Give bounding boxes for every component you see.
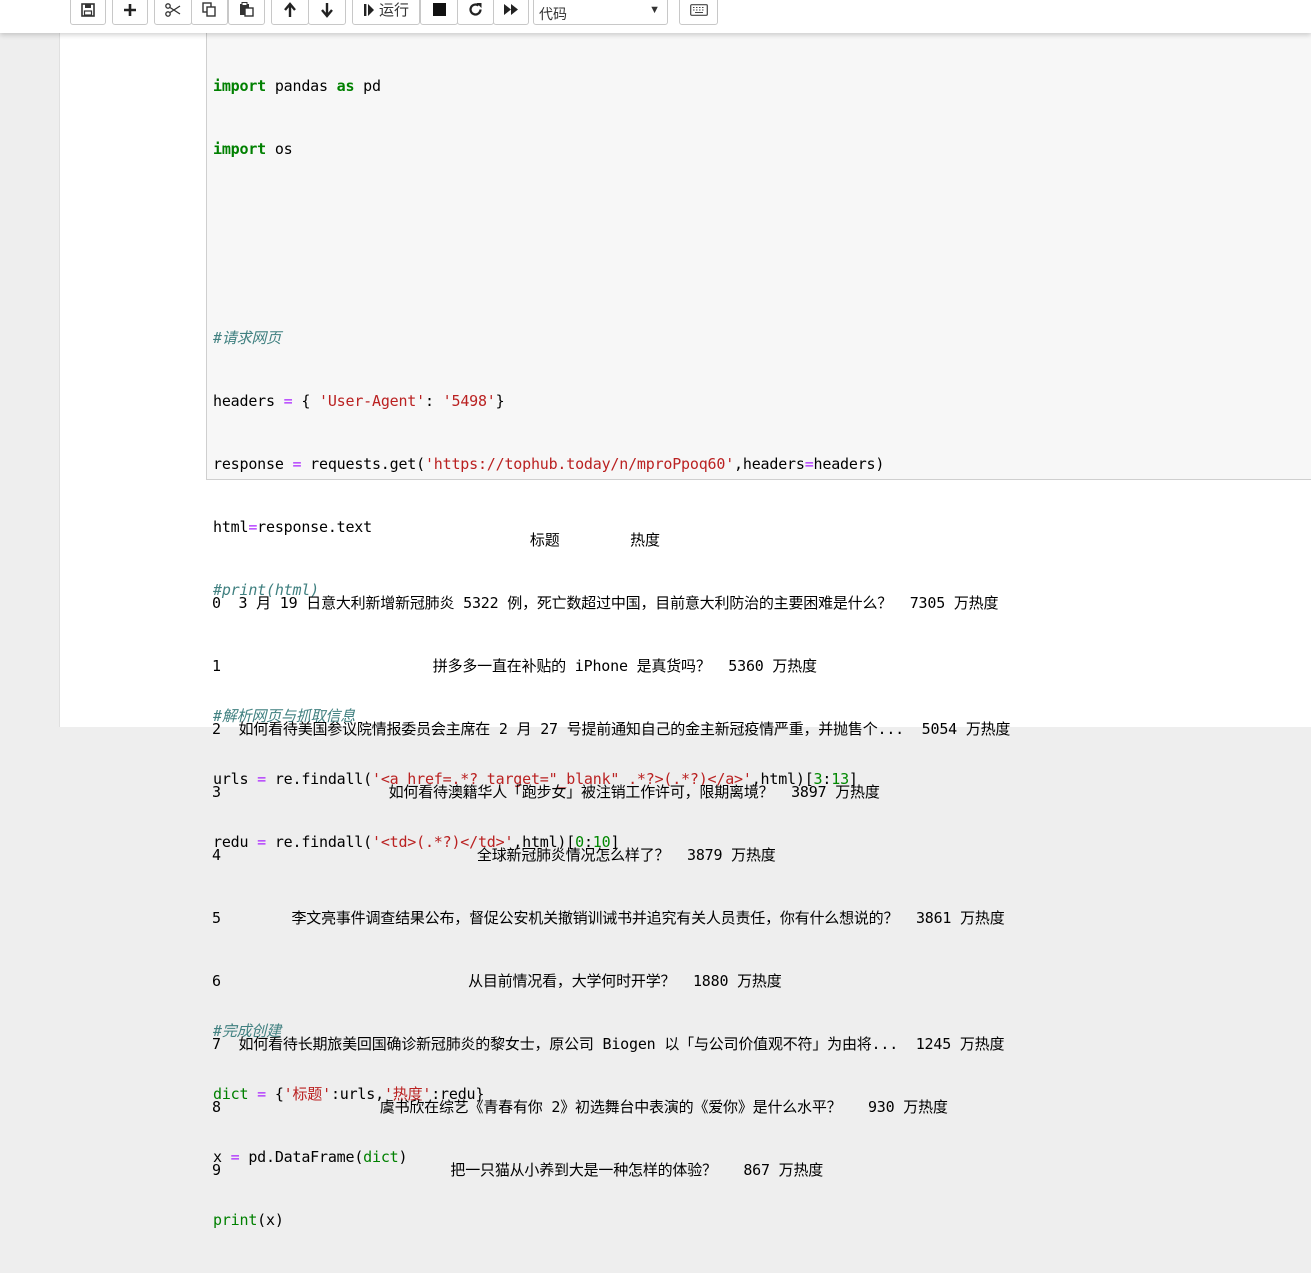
- code-line: import pandas as pd: [213, 76, 884, 97]
- code-token: response: [213, 455, 293, 473]
- move-down-button[interactable]: [308, 0, 346, 25]
- refresh-icon: [468, 2, 483, 17]
- cell-type-value: 代码: [539, 6, 567, 22]
- code-token: =: [804, 455, 814, 473]
- arrow-down-icon: [320, 2, 334, 18]
- code-token: import: [213, 77, 266, 95]
- save-icon: [81, 2, 95, 17]
- scissors-icon: [165, 2, 181, 17]
- code-token: #请求网页: [213, 329, 282, 347]
- insert-cell-button[interactable]: [112, 0, 148, 25]
- code-token: os: [266, 140, 293, 158]
- save-button[interactable]: [70, 0, 106, 25]
- command-palette-button[interactable]: [679, 0, 718, 25]
- code-token: =: [292, 455, 302, 473]
- code-comment: #请求网页: [213, 328, 884, 349]
- cell-type-select[interactable]: 代码 ▼: [533, 0, 668, 25]
- code-token: 'https://tophub.today/n/mproPpoq60': [424, 455, 735, 473]
- cell-output: 标题 热度 0 3 月 19 日意大利新增新冠肺炎 5322 例，死亡数超过中国…: [212, 488, 1010, 1223]
- arrow-up-icon: [283, 1, 297, 18]
- code-token: =: [283, 392, 293, 410]
- code-token: import: [213, 140, 266, 158]
- notebook-page: import pandas as pd import os #请求网页 head…: [59, 33, 1311, 1229]
- cut-button[interactable]: [154, 0, 192, 25]
- paste-button[interactable]: [228, 0, 265, 25]
- move-up-button[interactable]: [271, 0, 309, 25]
- code-token: ,headers: [734, 455, 805, 473]
- code-token: pandas: [266, 77, 337, 95]
- run-label: 运行: [378, 2, 409, 19]
- code-cell-input[interactable]: import pandas as pd import os #请求网页 head…: [206, 33, 1311, 1229]
- paste-icon: [239, 2, 254, 17]
- code-token: {: [292, 392, 319, 410]
- code-token: pd: [354, 77, 381, 95]
- output-row: 0 3 月 19 日意大利新增新冠肺炎 5322 例，死亡数超过中国，目前意大利…: [212, 594, 999, 612]
- output-row: 7 如何看待长期旅美回国确诊新冠肺炎的黎女士，原公司 Biogen 以「与公司价…: [212, 1035, 1005, 1053]
- code-line: import os: [213, 139, 884, 160]
- notebook-toolbar: 运行 代码 ▼: [0, 0, 1311, 33]
- fast-forward-icon: [503, 3, 519, 16]
- plus-icon: [123, 3, 137, 17]
- output-row: 9 把一只猫从小养到大是一种怎样的体验？ 867 万热度: [212, 1161, 824, 1179]
- keyboard-icon: [689, 3, 708, 16]
- output-row: 3 如何看待澳籍华人「跑步女」被注销工作许可，限期离境？ 3897 万热度: [212, 783, 880, 801]
- restart-button[interactable]: [457, 0, 494, 25]
- run-all-button[interactable]: [493, 0, 529, 25]
- code-token: as: [336, 77, 355, 95]
- code-token: }: [495, 392, 505, 410]
- output-row: 4 全球新冠肺炎情况怎么样了？ 3879 万热度: [212, 846, 776, 864]
- code-line: response = requests.get('https://tophub.…: [213, 454, 884, 475]
- output-row: 2 如何看待美国参议院情报委员会主席在 2 月 27 号提前通知自己的金主新冠疫…: [212, 720, 1011, 738]
- output-row: 1 拼多多一直在补贴的 iPhone 是真货吗？ 5360 万热度: [212, 657, 817, 675]
- copy-icon: [202, 2, 217, 17]
- step-forward-icon: [363, 3, 375, 17]
- output-header: 标题 热度: [212, 531, 660, 549]
- output-row: 8 虞书欣在综艺《青春有你 2》初选舞台中表演的《爱你》是什么水平？ 930 万…: [212, 1098, 948, 1116]
- code-token: 'User-Agent': [319, 392, 425, 410]
- copy-button[interactable]: [191, 0, 228, 25]
- code-token: headers: [213, 392, 284, 410]
- code-token: :: [424, 392, 443, 410]
- code-token: '5498': [442, 392, 496, 410]
- run-button[interactable]: 运行: [352, 0, 420, 25]
- code-line: headers = { 'User-Agent': '5498'}: [213, 391, 884, 412]
- stop-icon: [432, 3, 446, 16]
- interrupt-button[interactable]: [420, 0, 458, 25]
- code-token: headers): [813, 455, 885, 473]
- output-row: 6 从目前情况看，大学何时开学？ 1880 万热度: [212, 972, 782, 990]
- caret-down-icon: ▼: [649, 4, 660, 16]
- output-row: 5 李文亮事件调查结果公布，督促公安机关撤销训诫书并追究有关人员责任，你有什么想…: [212, 909, 1005, 927]
- code-token: requests.get(: [301, 455, 425, 473]
